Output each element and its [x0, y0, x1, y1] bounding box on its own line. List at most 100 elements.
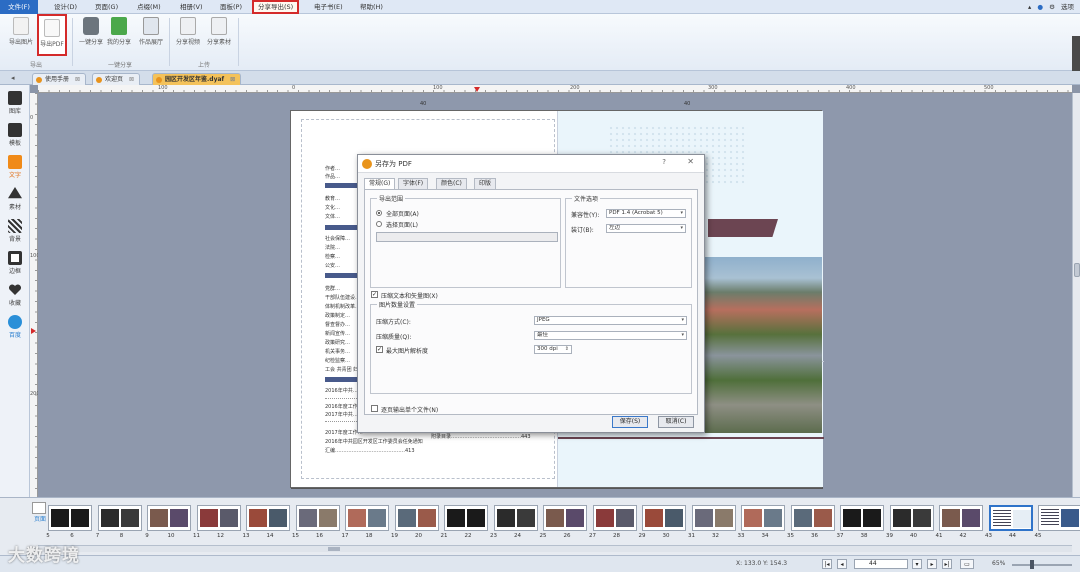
menu-page[interactable]: 页面(G) [91, 2, 122, 13]
scroll-thumb[interactable] [328, 547, 340, 551]
compression-method-select[interactable]: JPEG ▾ [534, 316, 687, 325]
menu-album[interactable]: 相册(V) [176, 2, 207, 13]
page-number: 16 [316, 533, 323, 539]
document-tab-bar: ◂ 使用手册 ⊠ 欢迎页 ⊠ 园区开发区年鉴.dyaf ⊠ [0, 71, 1080, 85]
page-thumbnail[interactable] [939, 505, 983, 531]
export-image-button[interactable]: 导出图片 [6, 17, 36, 57]
settings-icon[interactable]: ⚙ [1049, 3, 1055, 11]
page-thumbnail[interactable] [48, 505, 92, 531]
page-thumbnail[interactable] [345, 505, 389, 531]
sidebar-item-favorites[interactable]: 收藏 [0, 281, 30, 309]
my-share-button[interactable]: 我的分享 [104, 17, 134, 57]
page-number: 19 [391, 533, 398, 539]
page-thumbnail[interactable] [295, 505, 340, 531]
page-thumbnail[interactable] [790, 505, 835, 531]
help-icon[interactable]: ● [1037, 3, 1043, 11]
tab-plate[interactable]: 印版 [474, 178, 497, 189]
minimize-icon[interactable]: ▴ [1028, 3, 1031, 11]
help-button[interactable]: ? [662, 158, 666, 166]
zoom-slider-handle[interactable] [1030, 560, 1034, 569]
all-pages-radio[interactable] [376, 210, 382, 216]
menu-help[interactable]: 帮助(H) [356, 2, 387, 13]
menu-file[interactable]: 文件(F) [0, 0, 38, 14]
tab-color[interactable]: 颜色(C) [436, 178, 467, 189]
single-file-checkbox[interactable] [371, 405, 378, 412]
one-click-share-button[interactable]: 一键分享 [76, 17, 106, 57]
page-thumbnail[interactable] [97, 505, 142, 531]
thumbnail-right-page [863, 509, 881, 527]
page-thumbnail[interactable] [642, 505, 686, 531]
tab-welcome[interactable]: 欢迎页 ⊠ [92, 73, 141, 85]
sidebar-item-text[interactable]: 文字 [0, 153, 30, 181]
view-toggle-icon[interactable]: ▭ [960, 559, 974, 569]
save-button[interactable]: 保存(S) [612, 416, 648, 428]
sidebar-item-gallery[interactable]: 图库 [0, 89, 30, 117]
zoom-slider[interactable] [1012, 564, 1072, 566]
sidebar-item-background[interactable]: 背景 [0, 217, 30, 245]
selected-pages-radio[interactable] [376, 221, 382, 227]
binding-select[interactable]: 左边 ▾ [606, 224, 686, 233]
tab-yearbook[interactable]: 园区开发区年鉴.dyaf ⊠ [152, 73, 242, 85]
page-thumbnail[interactable] [988, 505, 1033, 531]
page-thumbnail[interactable] [592, 505, 637, 531]
page-number: 45 [1034, 533, 1042, 539]
page-thumbnail[interactable] [196, 505, 241, 531]
page-thumbnail[interactable] [493, 505, 538, 531]
page-range-input[interactable] [376, 232, 558, 242]
ruler-marker-icon[interactable] [31, 328, 36, 334]
pages-label[interactable]: 页面 [34, 514, 46, 523]
compression-quality-select[interactable]: 最佳 ▾ [534, 331, 687, 340]
compress-text-checkbox[interactable]: ✓ [371, 291, 378, 298]
close-icon[interactable]: ⊠ [129, 76, 134, 83]
export-pdf-button[interactable]: 导出PDF [37, 14, 67, 56]
page-thumbnail[interactable] [741, 505, 785, 531]
menu-share-export[interactable]: 分享导出(S) [252, 0, 300, 14]
max-resolution-checkbox[interactable]: ✓ [376, 346, 383, 353]
vertical-scrollbar[interactable] [1072, 93, 1080, 497]
share-video-button[interactable]: 分享视频 [173, 17, 203, 57]
scroll-thumb[interactable] [1074, 263, 1080, 277]
horizontal-scrollbar[interactable] [38, 545, 1072, 552]
page-thumbnail[interactable] [1038, 505, 1080, 531]
page-thumbnail[interactable] [246, 505, 290, 531]
sidebar-item-template[interactable]: 模板 [0, 121, 30, 149]
sidebar-item-frame[interactable]: 边框 [0, 249, 30, 277]
menu-design[interactable]: 设计(D) [50, 2, 81, 13]
ruler-marker-icon[interactable] [474, 87, 480, 92]
page-dropdown-button[interactable]: ▾ [912, 559, 922, 569]
menu-panel[interactable]: 面板(P) [216, 2, 246, 13]
resolution-stepper[interactable]: 300 dpi ⇕ [534, 345, 572, 354]
page-thumbnail[interactable] [543, 505, 587, 531]
page-thumbnail[interactable] [147, 505, 191, 531]
page-number: 44 [1009, 533, 1016, 539]
tab-list-arrow-icon[interactable]: ◂ [11, 74, 15, 82]
sidebar-item-material[interactable]: 素材 [0, 185, 30, 213]
first-page-button[interactable]: |◂ [822, 559, 832, 569]
page-thumbnail[interactable] [394, 505, 439, 531]
page-thumbnail[interactable] [444, 505, 488, 531]
next-page-button[interactable]: ▸ [927, 559, 937, 569]
industrial-park-photo[interactable] [704, 257, 822, 433]
menu-ebook[interactable]: 电子书(E) [310, 2, 347, 13]
share-material-button[interactable]: 分享素材 [204, 17, 234, 57]
close-icon[interactable]: ⊠ [75, 76, 80, 83]
thumbnail-left-page [546, 509, 564, 527]
tab-font[interactable]: 字体(F) [398, 178, 429, 189]
options-link[interactable]: 选项 [1061, 3, 1074, 11]
menu-decorate[interactable]: 点缀(M) [133, 2, 165, 13]
tab-general[interactable]: 常规(G) [364, 178, 396, 189]
page-thumbnail[interactable] [889, 505, 934, 531]
close-button[interactable]: ✕ [687, 157, 694, 166]
gallery-button[interactable]: 作品展厅 [136, 17, 166, 57]
compatibility-select[interactable]: PDF 1.4 (Acrobat 5) ▾ [606, 209, 686, 218]
group-label-export: 导出 [30, 62, 43, 69]
tab-manual[interactable]: 使用手册 ⊠ [32, 73, 87, 85]
page-thumbnail[interactable] [840, 505, 884, 531]
prev-page-button[interactable]: ◂ [837, 559, 847, 569]
page-number-input[interactable]: 44 [854, 559, 908, 569]
close-icon[interactable]: ⊠ [230, 76, 235, 83]
cancel-button[interactable]: 取消(C) [658, 416, 694, 428]
last-page-button[interactable]: ▸| [942, 559, 952, 569]
page-thumbnail[interactable] [691, 505, 736, 531]
sidebar-item-baidu[interactable]: 百度 [0, 313, 30, 341]
